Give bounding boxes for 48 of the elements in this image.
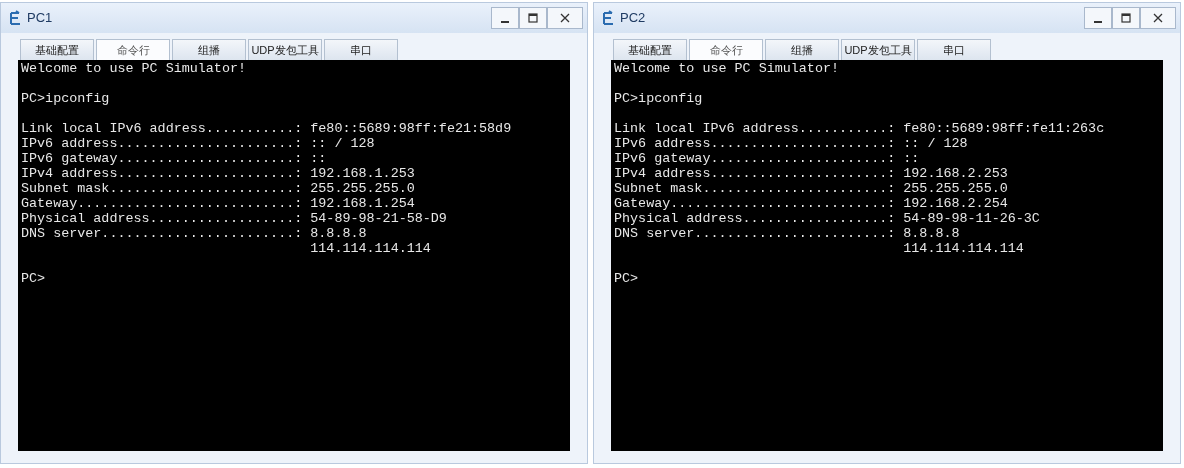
terminal-line: Physical address..................: 54-89-98-11-26-3C xyxy=(614,211,1040,226)
network-icon xyxy=(9,10,23,26)
terminal-line: PC>ipconfig xyxy=(614,91,703,106)
minimize-button[interactable] xyxy=(1084,7,1112,29)
network-icon xyxy=(602,10,616,26)
terminal-line: IPv6 gateway......................: :: xyxy=(21,151,327,166)
tab[interactable]: UDP发包工具 xyxy=(248,39,322,60)
terminal-line: IPv4 address......................: 192.168.2.253 xyxy=(614,166,1008,181)
terminal-line: PC> xyxy=(21,271,46,286)
terminal-line: Physical address..................: 54-89-98-21-58-D9 xyxy=(21,211,447,226)
terminal-line: Gateway...........................: 192.168.2.254 xyxy=(614,196,1008,211)
terminal-line: IPv6 address......................: :: / 128 xyxy=(21,136,375,151)
terminal-line: Link local IPv6 address...........: fe80::5689:98ff:fe21:58d9 xyxy=(21,121,512,136)
terminal-line: Welcome to use PC Simulator! xyxy=(21,61,246,76)
terminal-line: Subnet mask.......................: 255.255.255.0 xyxy=(614,181,1008,196)
tab[interactable]: 命令行 xyxy=(689,39,763,60)
terminal-line: Gateway...........................: 192.168.1.254 xyxy=(21,196,415,211)
maximize-icon xyxy=(1121,13,1131,23)
maximize-button[interactable] xyxy=(1112,7,1140,29)
minimize-icon xyxy=(500,21,510,23)
window-title: PC1 xyxy=(27,9,53,28)
window-title: PC2 xyxy=(620,9,646,28)
terminal-line: Link local IPv6 address...........: fe80::5689:98ff:fe11:263c xyxy=(614,121,1105,136)
close-icon xyxy=(1153,13,1163,23)
tab[interactable]: 基础配置 xyxy=(613,39,687,60)
tab[interactable]: 串口 xyxy=(324,39,398,60)
minimize-icon xyxy=(1093,21,1103,23)
tab[interactable]: 组播 xyxy=(765,39,839,60)
minimize-button[interactable] xyxy=(491,7,519,29)
terminal-line: DNS server........................: 8.8.8.8 xyxy=(21,226,367,241)
tab[interactable]: 命令行 xyxy=(96,39,170,60)
maximize-button[interactable] xyxy=(519,7,547,29)
terminal-line: PC> xyxy=(614,271,639,286)
maximize-icon xyxy=(528,13,538,23)
tab[interactable]: UDP发包工具 xyxy=(841,39,915,60)
tab[interactable]: 组播 xyxy=(172,39,246,60)
terminal-line: 114.114.114.114 xyxy=(309,241,431,256)
close-icon xyxy=(560,13,570,23)
terminal-line: IPv4 address......................: 192.168.1.253 xyxy=(21,166,415,181)
terminal-line: IPv6 address......................: :: / 128 xyxy=(614,136,968,151)
terminal-line: IPv6 gateway......................: :: xyxy=(614,151,920,166)
terminal-line: 114.114.114.114 xyxy=(902,241,1024,256)
terminal-line: Welcome to use PC Simulator! xyxy=(614,61,839,76)
terminal-line: DNS server........................: 8.8.8.8 xyxy=(614,226,960,241)
terminal-line: PC>ipconfig xyxy=(21,91,110,106)
terminal-line: Subnet mask.......................: 255.255.255.0 xyxy=(21,181,415,196)
tab[interactable]: 基础配置 xyxy=(20,39,94,60)
tab[interactable]: 串口 xyxy=(917,39,991,60)
